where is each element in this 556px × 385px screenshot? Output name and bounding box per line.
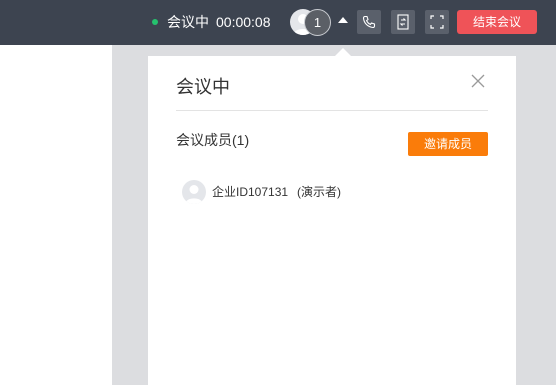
panel-title: 会议中 — [176, 77, 230, 97]
fullscreen-icon — [430, 15, 444, 29]
share-screen-button[interactable] — [391, 10, 415, 34]
phone-button[interactable] — [357, 10, 381, 34]
participant-count-badge: 1 — [304, 9, 331, 36]
end-meeting-button[interactable]: 结束会议 — [457, 10, 537, 34]
member-list-item[interactable]: 企业ID107131 (演示者) — [182, 180, 482, 204]
phone-icon — [362, 15, 376, 29]
share-screen-icon — [397, 14, 409, 30]
meeting-timer: 00:00:08 — [216, 14, 271, 30]
invite-members-button[interactable]: 邀请成员 — [408, 132, 488, 156]
meeting-status-text: 会议中 — [167, 14, 209, 30]
live-status-dot — [152, 19, 158, 25]
panel-pointer — [335, 48, 351, 56]
close-icon[interactable] — [470, 73, 486, 89]
divider — [176, 110, 488, 111]
member-avatar-icon — [182, 180, 206, 204]
member-role: (演示者) — [297, 185, 341, 199]
top-toolbar: 会议中 00:00:08 1 结束会议 — [0, 0, 556, 45]
caret-up-icon[interactable] — [338, 17, 348, 23]
participants-toggle[interactable]: 1 — [290, 9, 331, 36]
members-count-label: 会议成员(1) — [176, 132, 250, 148]
member-name: 企业ID107131 — [212, 185, 289, 199]
fullscreen-button[interactable] — [425, 10, 449, 34]
content-area — [0, 45, 112, 385]
meeting-members-panel: 会议中 会议成员(1) 邀请成员 企业ID107131 (演示者) — [148, 56, 516, 385]
